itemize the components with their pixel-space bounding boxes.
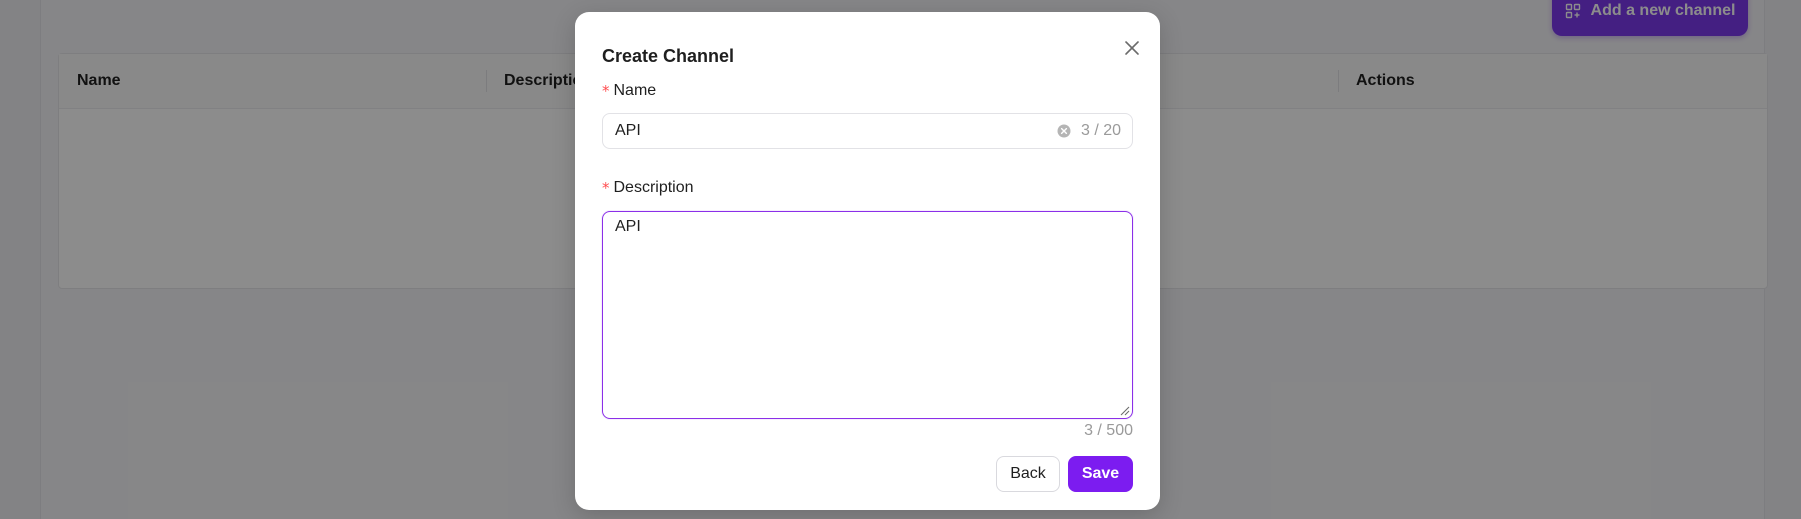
required-mark: * (602, 82, 610, 100)
clear-circle-icon[interactable] (1057, 124, 1071, 138)
dialog-title: Create Channel (602, 46, 735, 66)
description-label: * Description (602, 179, 694, 197)
required-mark: * (602, 179, 610, 197)
name-field[interactable]: 3 / 20 (602, 113, 1133, 149)
description-field[interactable]: API (602, 211, 1133, 419)
save-button[interactable]: Save (1068, 456, 1133, 492)
description-label-text: Description (613, 179, 694, 196)
name-label-text: Name (613, 82, 657, 99)
name-input[interactable] (615, 114, 1035, 148)
close-icon (1125, 41, 1139, 55)
back-button[interactable]: Back (996, 456, 1060, 492)
create-channel-dialog: Create Channel * Name 3 / 20 * Descripti… (575, 12, 1160, 510)
name-char-count: 3 / 20 (1081, 122, 1122, 139)
description-textarea[interactable]: API (615, 218, 1115, 408)
description-char-count: 3 / 500 (1084, 422, 1133, 439)
close-dialog-button[interactable] (1116, 32, 1148, 64)
name-label: * Name (602, 82, 656, 100)
resize-handle-icon[interactable] (1120, 406, 1130, 416)
